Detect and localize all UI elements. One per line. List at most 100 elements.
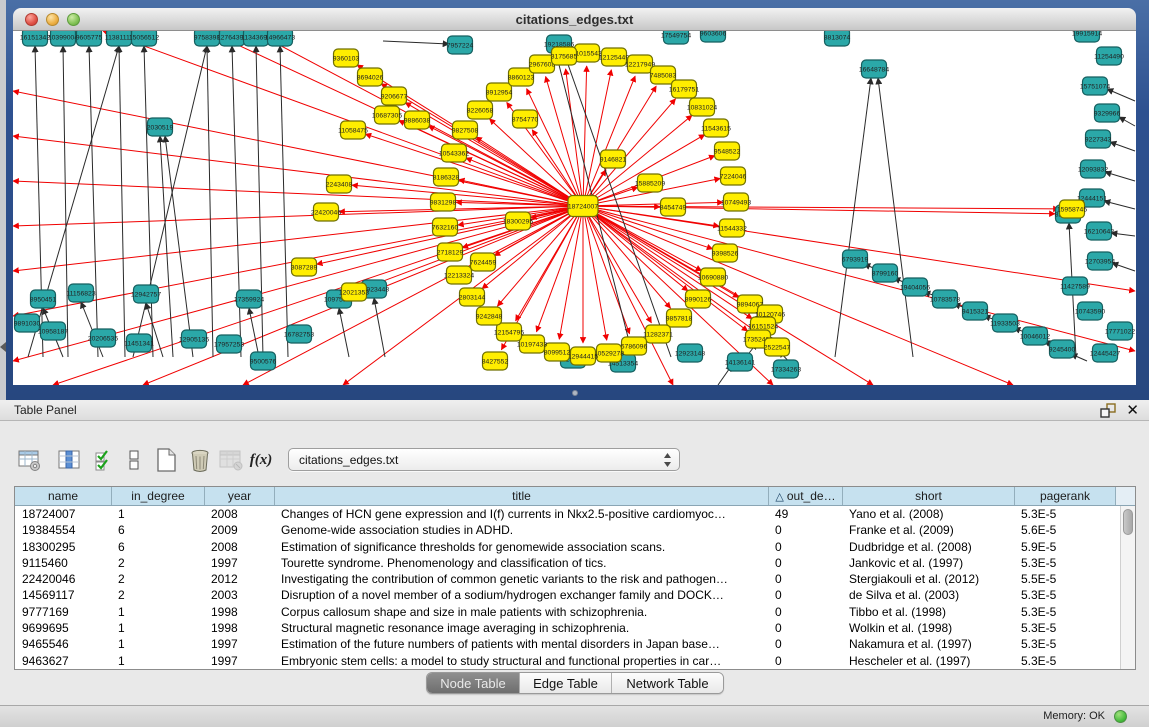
citation-edge-black[interactable]: [878, 78, 913, 357]
table-cell[interactable]: 1: [111, 653, 204, 669]
column-header-pagerank[interactable]: pagerank: [1014, 487, 1115, 505]
table-cell[interactable]: 9465546: [15, 636, 111, 652]
table-cell[interactable]: Disruption of a novel member of a sodium…: [274, 587, 768, 603]
citation-edge-black[interactable]: [119, 46, 125, 357]
table-cell[interactable]: 9777169: [15, 604, 111, 620]
table-cell[interactable]: 5.3E-5: [1014, 636, 1115, 652]
table-cell[interactable]: 1998: [204, 620, 274, 636]
table-cell[interactable]: Genome-wide association studies in ADHD.: [274, 522, 768, 538]
table-cell[interactable]: 1: [111, 620, 204, 636]
table-cell[interactable]: Estimation of the future numbers of pati…: [274, 636, 768, 652]
table-cell[interactable]: 18724007: [15, 506, 111, 522]
table-cell[interactable]: 5.3E-5: [1014, 620, 1115, 636]
table-cell[interactable]: 5.3E-5: [1014, 653, 1115, 669]
table-cell[interactable]: 0: [768, 636, 842, 652]
citation-edge-black[interactable]: [383, 41, 449, 44]
table-cell[interactable]: Corpus callosum shape and size in male p…: [274, 604, 768, 620]
citation-edge-black[interactable]: [1104, 201, 1135, 209]
table-cell[interactable]: 2009: [204, 522, 274, 538]
citation-edge-black[interactable]: [1119, 117, 1135, 126]
table-cell[interactable]: 5.3E-5: [1014, 587, 1115, 603]
select-columns-button[interactable]: [56, 447, 82, 473]
citation-edge-black[interactable]: [63, 46, 68, 357]
tab-node-table[interactable]: Node Table: [427, 673, 519, 693]
column-header-title[interactable]: title: [274, 487, 768, 505]
table-cell[interactable]: 5.5E-5: [1014, 571, 1115, 587]
table-cell[interactable]: 5.3E-5: [1014, 506, 1115, 522]
tab-edge-table[interactable]: Edge Table: [519, 673, 611, 693]
table-cell[interactable]: 5.6E-5: [1014, 522, 1115, 538]
citation-edge-black[interactable]: [1112, 263, 1135, 271]
row-height-button[interactable]: [121, 447, 147, 473]
table-cell[interactable]: Hescheler et al. (1997): [842, 653, 1014, 669]
citation-edge-black[interactable]: [1111, 233, 1135, 236]
citation-edge-black[interactable]: [374, 298, 385, 357]
table-cell[interactable]: 2012: [204, 571, 274, 587]
table-cell[interactable]: 2008: [204, 539, 274, 555]
citation-edge-red[interactable]: [583, 202, 723, 206]
table-cell[interactable]: Changes of HCN gene expression and I(f) …: [274, 506, 768, 522]
citation-edge-red[interactable]: [405, 103, 583, 206]
citation-edge-black[interactable]: [249, 308, 259, 357]
table-cell[interactable]: 5.3E-5: [1014, 604, 1115, 620]
table-cell[interactable]: 2: [111, 555, 204, 571]
table-vertical-scrollbar[interactable]: [1120, 506, 1135, 669]
table-row[interactable]: 1872400712008Changes of HCN gene express…: [15, 506, 1135, 522]
citation-edge-black[interactable]: [28, 46, 119, 357]
citation-edge-black[interactable]: [1110, 142, 1135, 151]
citation-edge-black[interactable]: [207, 46, 213, 357]
table-cell[interactable]: 9115460: [15, 555, 111, 571]
table-cell[interactable]: 5.3E-5: [1014, 555, 1115, 571]
citation-edge-black[interactable]: [232, 46, 241, 357]
table-row[interactable]: 1830029562008Estimation of significance …: [15, 539, 1135, 555]
table-cell[interactable]: Wolkin et al. (1998): [842, 620, 1014, 636]
table-cell[interactable]: 0: [768, 653, 842, 669]
table-row[interactable]: 911546021997Tourette syndrome. Phenomeno…: [15, 555, 1135, 571]
close-window-button[interactable]: [25, 13, 38, 26]
table-cell[interactable]: 1997: [204, 555, 274, 571]
citation-edge-red[interactable]: [583, 135, 705, 206]
minimize-window-button[interactable]: [46, 13, 59, 26]
citation-edge-black[interactable]: [339, 308, 349, 357]
select-all-button[interactable]: [92, 447, 118, 473]
table-cell[interactable]: 9699695: [15, 620, 111, 636]
table-cell[interactable]: 2003: [204, 587, 274, 603]
table-cell[interactable]: 0: [768, 604, 842, 620]
table-row[interactable]: 969969511998Structural magnetic resonanc…: [15, 620, 1135, 636]
table-cell[interactable]: 9463627: [15, 653, 111, 669]
split-pane-handle[interactable]: [572, 390, 578, 396]
collapse-panel-arrow-icon[interactable]: [0, 342, 6, 352]
citation-edge-black[interactable]: [256, 46, 263, 357]
table-cell[interactable]: 2008: [204, 506, 274, 522]
citation-edge-black[interactable]: [165, 136, 193, 357]
citation-edge-red[interactable]: [583, 76, 635, 206]
table-cell[interactable]: 0: [768, 522, 842, 538]
table-cell[interactable]: 0: [768, 620, 842, 636]
citation-edge-black[interactable]: [89, 46, 98, 357]
table-row[interactable]: 946362711997Embryonic stem cells: a mode…: [15, 653, 1135, 669]
scrollbar-thumb[interactable]: [1123, 509, 1133, 535]
column-header-year[interactable]: year: [204, 487, 274, 505]
table-cell[interactable]: 19384554: [15, 522, 111, 538]
column-header-short[interactable]: short: [842, 487, 1014, 505]
table-cell[interactable]: Stergiakouli et al. (2012): [842, 571, 1014, 587]
table-cell[interactable]: Jankovic et al. (1997): [842, 555, 1014, 571]
zoom-window-button[interactable]: [67, 13, 80, 26]
table-cell[interactable]: 0: [768, 555, 842, 571]
table-cell[interactable]: 22420046: [15, 571, 111, 587]
column-header-name[interactable]: name: [15, 487, 111, 505]
table-cell[interactable]: 49: [768, 506, 842, 522]
table-row[interactable]: 977716911998Corpus callosum shape and si…: [15, 604, 1135, 620]
table-cell[interactable]: 1997: [204, 636, 274, 652]
table-cell[interactable]: Embryonic stem cells: a model to study s…: [274, 653, 768, 669]
citation-edge-red[interactable]: [365, 134, 583, 206]
delete-table-button[interactable]: [187, 447, 213, 473]
citation-edge-red[interactable]: [583, 206, 713, 249]
citation-edge-red[interactable]: [399, 120, 583, 206]
citation-edge-red[interactable]: [13, 181, 583, 206]
network-window-titlebar[interactable]: citations_edges.txt: [13, 8, 1136, 31]
table-cell[interactable]: Franke et al. (2009): [842, 522, 1014, 538]
table-cell[interactable]: 1: [111, 604, 204, 620]
table-cell[interactable]: 0: [768, 539, 842, 555]
table-cell[interactable]: 1: [111, 506, 204, 522]
